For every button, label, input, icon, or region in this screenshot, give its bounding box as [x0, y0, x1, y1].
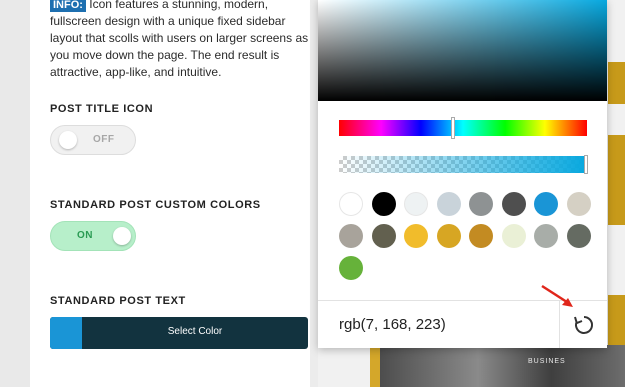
info-badge: INFO:	[50, 0, 86, 12]
color-swatch[interactable]	[566, 192, 591, 216]
color-swatch[interactable]	[339, 224, 363, 248]
gold-strip-bottom	[608, 295, 625, 345]
alpha-slider[interactable]	[339, 156, 587, 173]
color-swatch[interactable]	[371, 224, 396, 248]
post-text-label: STANDARD POST TEXT	[50, 295, 186, 307]
reset-icon	[574, 316, 593, 334]
color-swatch[interactable]	[469, 192, 493, 216]
toggle-knob	[113, 227, 131, 245]
toggle-knob	[59, 131, 77, 149]
color-swatch[interactable]	[339, 192, 363, 216]
select-color-label: Select Color	[167, 326, 223, 337]
color-swatch[interactable]	[436, 224, 461, 248]
color-swatch[interactable]	[339, 256, 363, 280]
post-title-icon-label: POST TITLE ICON	[50, 103, 154, 115]
alpha-slider-handle[interactable]	[584, 155, 588, 174]
saturation-value-area[interactable]	[318, 0, 607, 101]
color-swatch[interactable]	[404, 192, 428, 216]
current-color-swatch	[50, 317, 82, 349]
color-value-text[interactable]: rgb(7, 168, 223)	[339, 316, 446, 333]
gold-strip-middle	[608, 135, 625, 225]
custom-colors-label: STANDARD POST CUSTOM COLORS	[50, 199, 261, 211]
color-swatch[interactable]	[404, 224, 428, 248]
custom-colors-toggle[interactable]: ON	[50, 221, 136, 251]
post-title-icon-toggle[interactable]: OFF	[50, 125, 136, 155]
red-arrow-annotation	[541, 284, 573, 307]
photo-caption: BUSINES	[528, 358, 566, 365]
background-photo	[380, 345, 625, 387]
select-color-button[interactable]: Select Color	[50, 317, 308, 349]
hue-slider[interactable]	[339, 120, 587, 136]
settings-panel: INFO: Icon features a stunning, modern, …	[30, 0, 310, 387]
color-swatch[interactable]	[534, 224, 558, 248]
left-background	[0, 0, 30, 387]
toggle-state-label: OFF	[93, 134, 115, 145]
color-swatch[interactable]	[436, 192, 461, 216]
info-text: Icon features a stunning, modern, fullsc…	[50, 0, 309, 79]
info-paragraph: INFO: Icon features a stunning, modern, …	[50, 0, 312, 81]
color-swatch[interactable]	[501, 192, 526, 216]
color-swatch[interactable]	[469, 224, 493, 248]
toggle-state-label: ON	[77, 230, 93, 241]
color-swatch[interactable]	[534, 192, 558, 216]
hue-slider-handle[interactable]	[451, 117, 456, 139]
color-swatch[interactable]	[566, 224, 591, 248]
gold-strip-top	[608, 62, 625, 104]
color-swatch[interactable]	[501, 224, 526, 248]
alpha-gradient	[339, 156, 587, 173]
color-swatch[interactable]	[371, 192, 396, 216]
